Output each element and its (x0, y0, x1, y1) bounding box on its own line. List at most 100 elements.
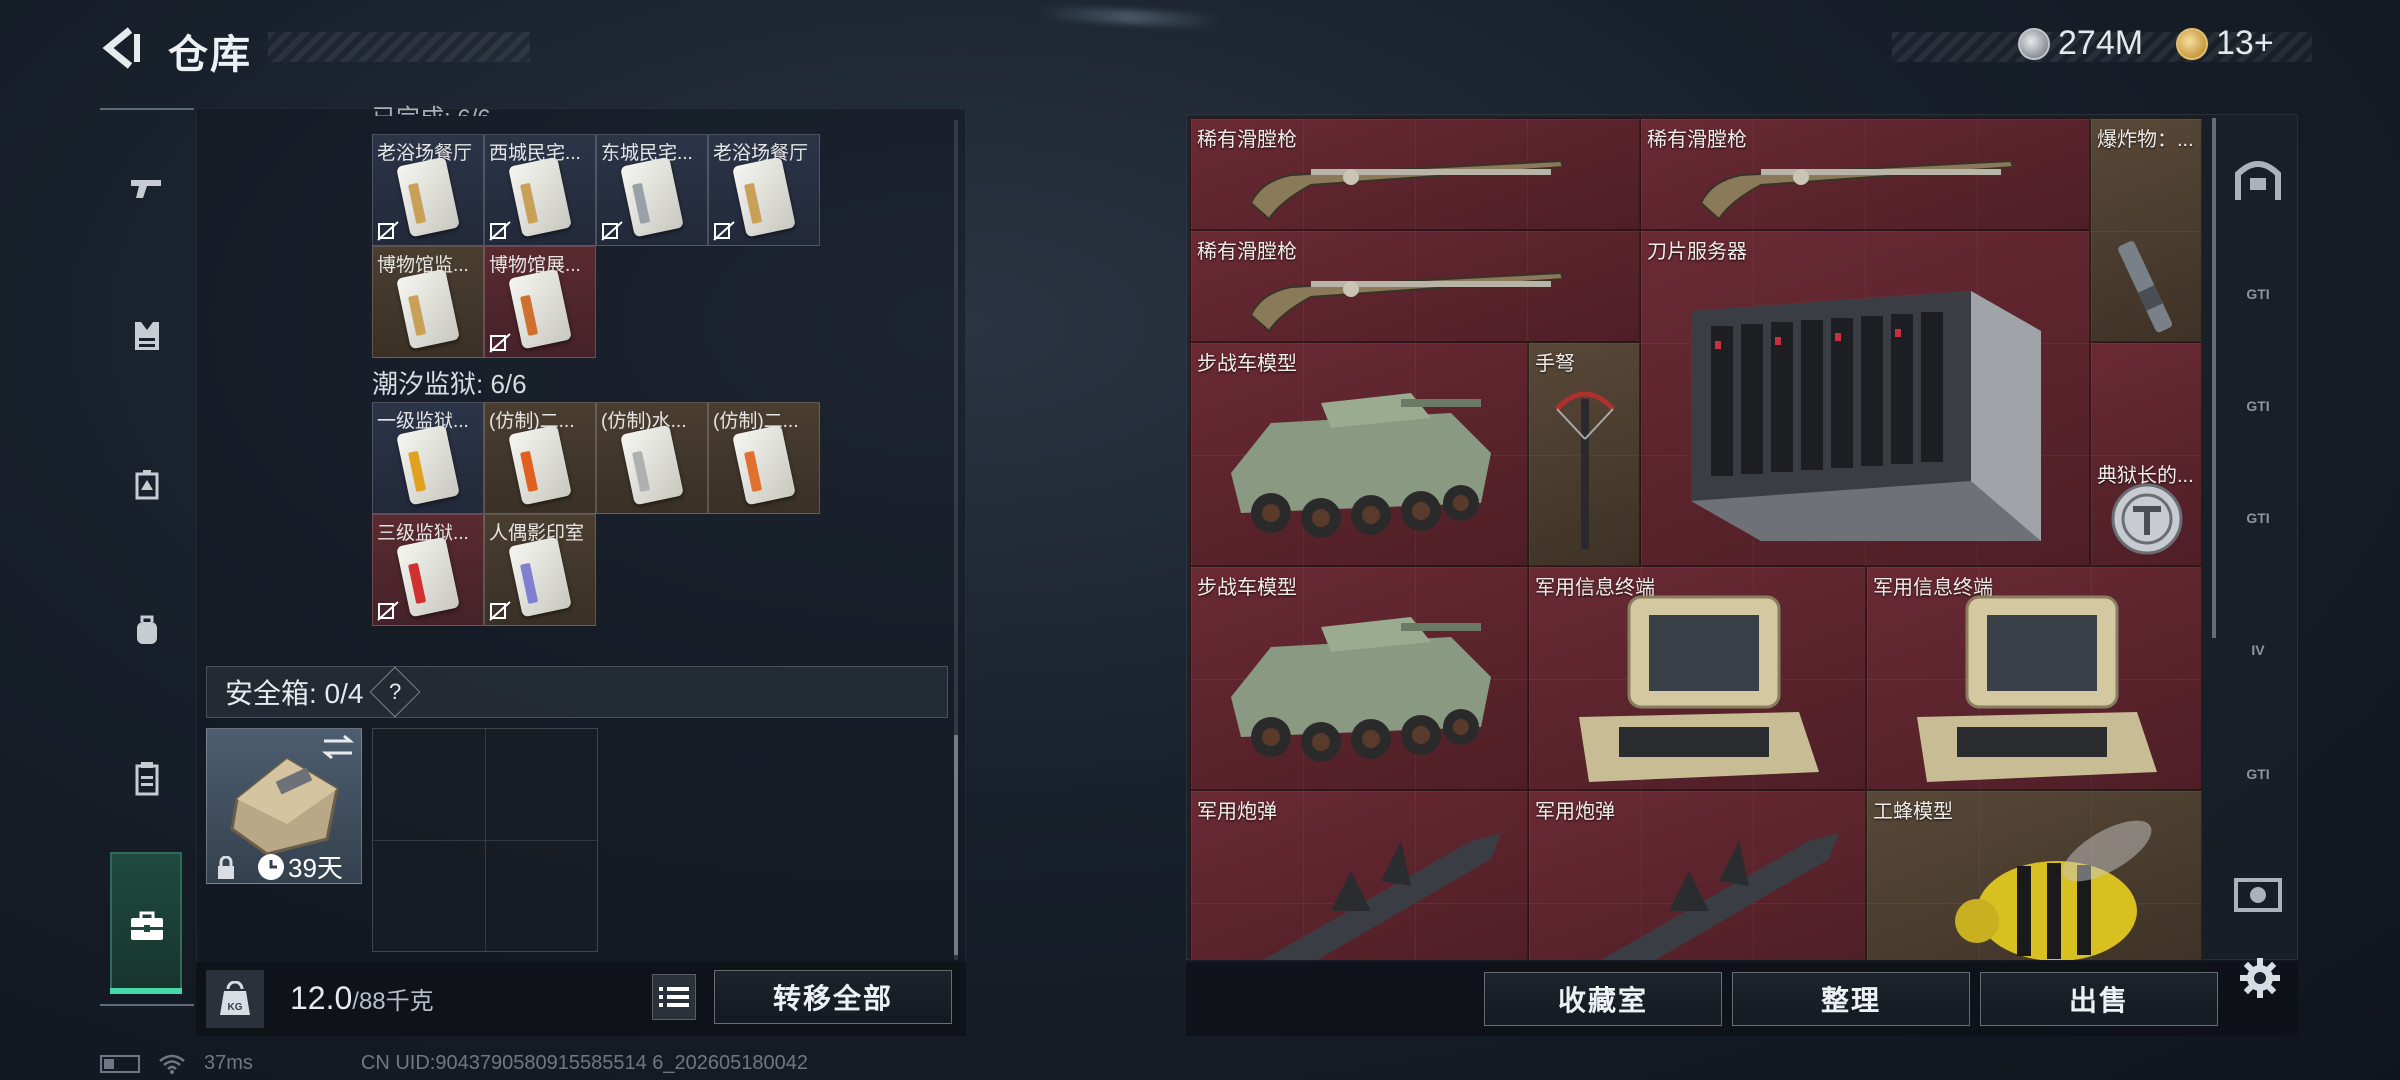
uid-readout: CN UID:9043790580915585514 6_20260518004… (360, 1052, 808, 1074)
right-rail-gti-1[interactable]: GTI (2226, 262, 2290, 326)
helmet-icon (135, 470, 159, 500)
no-trade-icon (377, 221, 399, 241)
page-title: 仓库 (168, 33, 252, 77)
backpack-icon (137, 615, 157, 644)
settings-button[interactable] (2232, 950, 2288, 1006)
warden-badge-icon (2111, 483, 2183, 555)
question-icon: ? (389, 679, 402, 704)
group1-title: 已完成: 6/6 (372, 98, 491, 116)
musket-icon (1251, 271, 1565, 333)
silver-currency: 274M (2018, 24, 2143, 63)
item-label: 手弩 (1535, 353, 1575, 375)
blade-server-icon (1691, 291, 2041, 541)
list-icon (659, 987, 689, 1007)
nav-helmet[interactable] (100, 444, 194, 524)
help-button[interactable]: ? (370, 666, 421, 718)
secure-box-label: 安全箱: 0/4 (225, 678, 364, 709)
key-card-icon (396, 424, 460, 506)
shield-icon (2235, 161, 2281, 200)
list-view-button[interactable] (652, 974, 696, 1020)
stash-item[interactable]: 军用信息终端 (1528, 566, 1866, 790)
secure-box-header: 安全箱: 0/4 ? (206, 666, 948, 718)
no-trade-icon (489, 221, 511, 241)
key-card-icon (396, 268, 460, 350)
camera-gear-icon (2234, 878, 2282, 912)
no-trade-icon (489, 601, 511, 621)
key-card-item[interactable]: (仿制)二... (484, 402, 596, 514)
key-card-item[interactable]: 博物馆展... (484, 246, 596, 358)
right-rail-camera[interactable] (2226, 862, 2290, 926)
key-card-item[interactable]: 西城民宅... (484, 134, 596, 246)
artillery-shell-icon (1262, 833, 1501, 960)
key-card-icon (508, 156, 572, 238)
stash-item[interactable]: 稀有滑膛枪 (1190, 118, 1640, 230)
right-rail-gti-2[interactable]: GTI (2226, 374, 2290, 438)
secure-box-slots[interactable] (372, 728, 598, 952)
key-card-icon (508, 268, 572, 350)
stash-item[interactable]: 稀有滑膛枪 (1190, 230, 1640, 342)
nav-armor[interactable] (100, 296, 194, 376)
no-trade-icon (489, 333, 511, 353)
gold-coin-icon (2176, 27, 2208, 60)
stash-item[interactable]: 刀片服务器 (1640, 230, 2090, 566)
right-rail-shield[interactable] (2226, 148, 2290, 212)
key-card-item[interactable]: (仿制)水... (596, 402, 708, 514)
collection-room-button[interactable]: 收藏室 (1484, 972, 1722, 1026)
iv-add-icon: IV (2251, 642, 2265, 658)
swap-arrows-icon[interactable] (320, 732, 356, 762)
key-card-icon (732, 156, 796, 238)
ifv-model-icon (1231, 393, 1491, 538)
weight-readout: 12.0/88千克 (290, 980, 434, 1017)
key-card-icon (732, 424, 796, 506)
nav-weapons[interactable] (100, 148, 194, 228)
stash-item[interactable]: 步战车模型 (1190, 566, 1528, 790)
key-card-item[interactable]: 博物馆监... (372, 246, 484, 358)
stash-item[interactable]: 军用信息终端 (1866, 566, 2202, 790)
key-card-item[interactable]: 老浴场餐厅 (372, 134, 484, 246)
stash-item[interactable]: 典狱长的... (2090, 342, 2202, 566)
sell-button[interactable]: 出售 (1980, 972, 2218, 1026)
transfer-all-button[interactable]: 转移全部 (714, 970, 952, 1024)
gold-currency[interactable]: 13+ (2176, 24, 2274, 63)
silver-coin-icon (2018, 27, 2050, 60)
worker-bee-model-icon (1955, 820, 2152, 960)
status-bar: 37ms CN UID:9043790580915585514 6_202605… (100, 1052, 808, 1075)
musket-icon (1251, 159, 1565, 221)
item-label: 爆炸物：... (2097, 129, 2194, 151)
gold-amount: 13+ (2216, 24, 2274, 62)
gun-icon (131, 180, 161, 198)
lock-icon (218, 856, 234, 879)
weight-icon: KG (206, 970, 264, 1028)
stash-scrollbar[interactable] (2212, 118, 2216, 638)
nav-chest-rig[interactable] (100, 738, 194, 818)
key-card-item[interactable]: (仿制)二... (708, 402, 820, 514)
left-scrollbar[interactable] (954, 735, 958, 955)
stash-item[interactable]: 爆炸物：... (2090, 118, 2202, 342)
stash-item[interactable]: 军用炮弹 (1528, 790, 1866, 960)
key-card-item[interactable]: 东城民宅... (596, 134, 708, 246)
key-card-item[interactable]: 人偶影印室 (484, 514, 596, 626)
right-rail-gti-4[interactable]: GTI (2226, 742, 2290, 806)
stash-grid[interactable]: 稀有滑膛枪 稀有滑膛枪 爆炸物：... 稀有滑膛枪 刀片服务器 典狱长的... … (1190, 118, 2202, 960)
crossbow-icon (1555, 391, 1615, 549)
stash-item[interactable]: 工蜂模型 (1866, 790, 2202, 960)
stash-item[interactable]: 军用炮弹 (1190, 790, 1528, 960)
svg-text:KG: KG (228, 1002, 243, 1013)
stash-item[interactable]: 手弩 (1528, 342, 1640, 566)
right-rail-gti-3[interactable]: GTI (2226, 486, 2290, 550)
sort-button[interactable]: 整理 (1732, 972, 1970, 1026)
back-arrow-icon[interactable] (98, 24, 146, 72)
stash-item[interactable]: 步战车模型 (1190, 342, 1528, 566)
nav-secure-toolbox[interactable] (100, 886, 194, 966)
key-card-icon (620, 156, 684, 238)
key-card-icon (396, 536, 460, 618)
explosive-icon (2118, 241, 2173, 333)
key-card-item[interactable]: 老浴场餐厅 (708, 134, 820, 246)
key-card-item[interactable]: 三级监狱... (372, 514, 484, 626)
stash-item[interactable]: 稀有滑膛枪 (1640, 118, 2090, 230)
duration-badge: 39天 (258, 848, 343, 885)
right-rail-iv[interactable]: IV (2226, 618, 2290, 682)
musket-icon (1701, 159, 2015, 221)
nav-backpack[interactable] (100, 590, 194, 670)
key-card-item[interactable]: 一级监狱... (372, 402, 484, 514)
